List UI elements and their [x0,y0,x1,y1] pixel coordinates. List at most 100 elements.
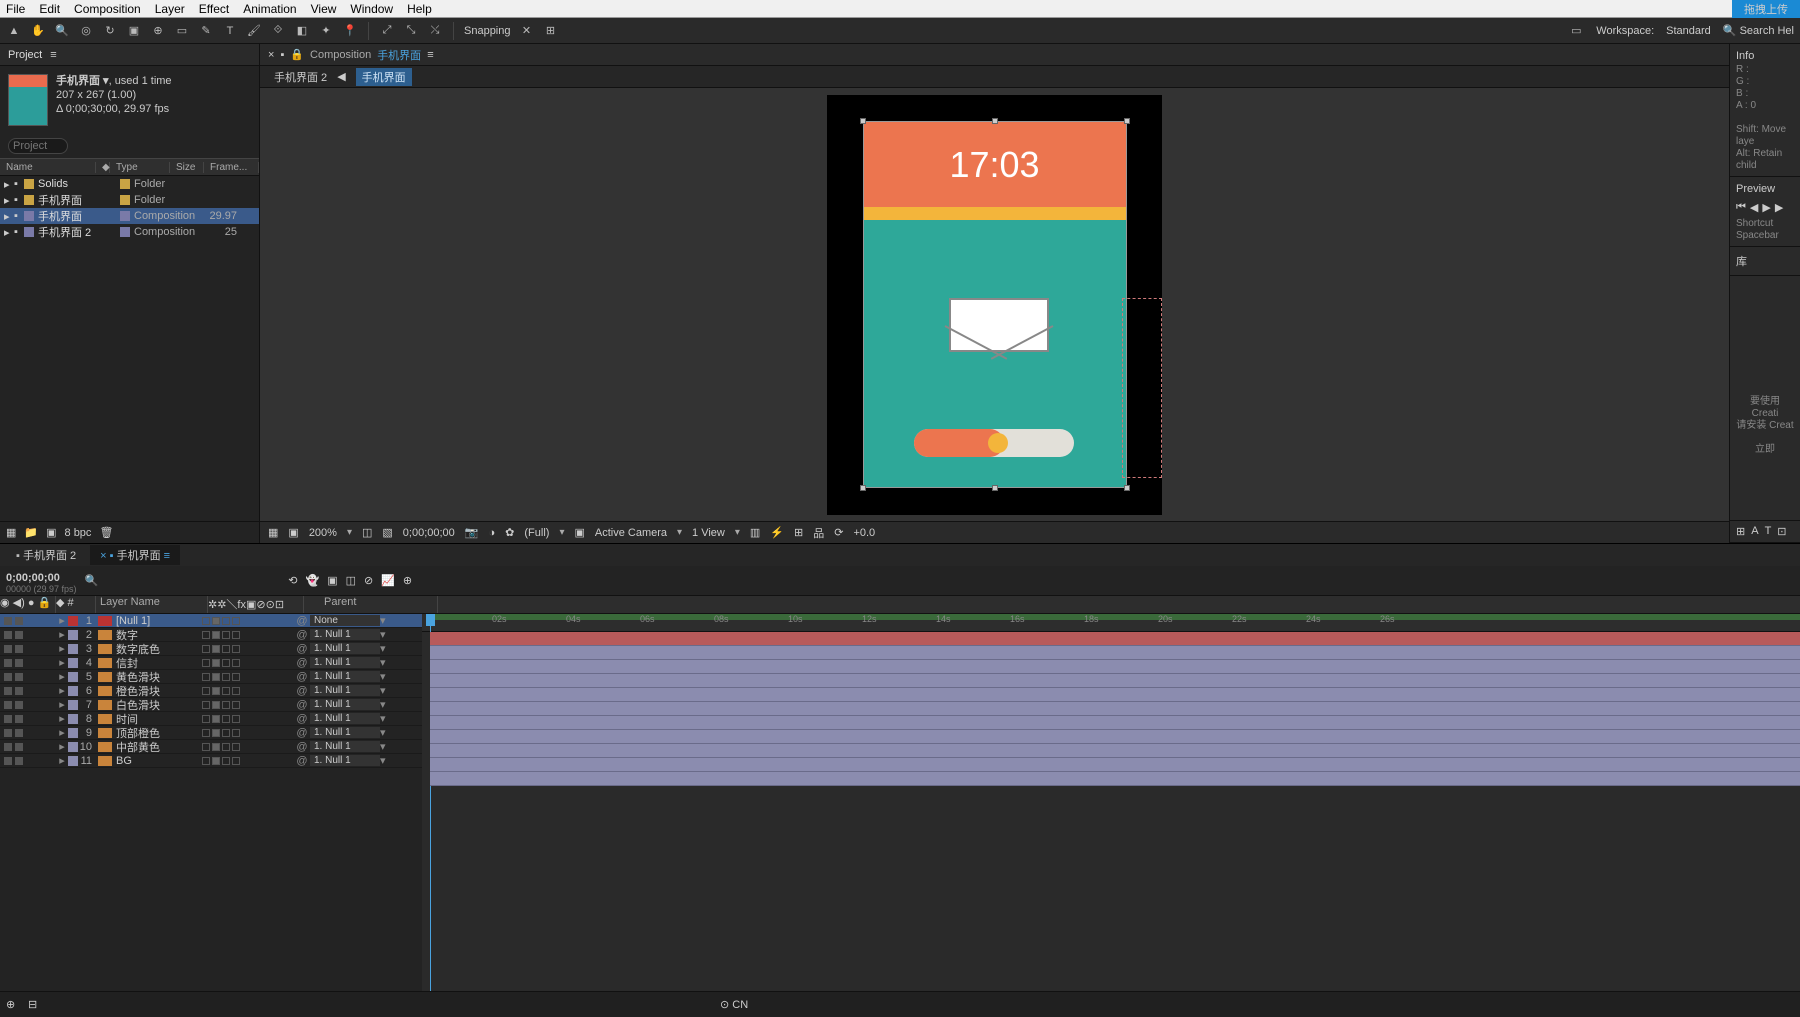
3d-icon[interactable]: ▣ [574,526,584,539]
layer-bar[interactable] [430,646,1800,660]
interpret-icon[interactable]: ▦ [6,526,16,539]
workspace-dropdown[interactable]: Standard [1666,25,1711,37]
menu-window[interactable]: Window [350,2,393,16]
align-panel-icon[interactable]: T [1765,525,1772,538]
parent-header[interactable]: Parent [320,596,438,613]
layer-row[interactable]: ▸4信封@1. Null 1▾ [0,656,422,670]
rotate-tool[interactable]: ↻ [102,23,118,39]
pixel-aspect-icon[interactable]: ▥ [750,526,760,539]
brush-tool[interactable]: 🖌 [246,23,262,39]
col-type[interactable]: Type [110,162,170,173]
layer-row[interactable]: ▸1[Null 1]@None▾ [0,614,422,628]
anchor-tool[interactable]: ⊕ [150,23,166,39]
menu-file[interactable]: File [6,2,25,16]
bpc-button[interactable]: 8 bpc [65,527,92,539]
info-panel-tab[interactable]: Info [1736,48,1794,64]
project-search[interactable] [8,138,68,154]
prev-frame-icon[interactable]: ◀ [1750,201,1758,214]
layer-row[interactable]: ▸11BG@1. Null 1▾ [0,754,422,768]
color-mgmt-icon[interactable]: ✿ [505,526,514,539]
layer-bar[interactable] [430,632,1800,646]
layer-bar[interactable] [430,730,1800,744]
clone-tool[interactable]: ⟐ [270,23,286,39]
snap-opt-icon[interactable]: ✕ [519,23,535,39]
layer-bar[interactable] [430,716,1800,730]
selection-tool[interactable]: ▲ [6,23,22,39]
hand-tool[interactable]: ✋ [30,23,46,39]
layer-bar[interactable] [430,744,1800,758]
close-tab-icon[interactable]: × [268,49,274,61]
alpha-icon[interactable]: ▦ [268,526,278,539]
status-icon-2[interactable]: ⊟ [28,998,37,1011]
layer-row[interactable]: ▸2数字@1. Null 1▾ [0,628,422,642]
first-frame-icon[interactable]: ⏮ [1736,201,1746,214]
timecode-display[interactable]: 0;00;00;00 [403,527,455,539]
pin-tool[interactable]: 📍 [342,23,358,39]
layer-row[interactable]: ▸3数字底色@1. Null 1▾ [0,642,422,656]
motion-blur-icon[interactable]: ⊘ [364,574,373,587]
eraser-tool[interactable]: ◧ [294,23,310,39]
exposure-value[interactable]: +0.0 [853,527,875,539]
roi-icon[interactable]: ◫ [362,526,372,539]
slider-layer[interactable] [914,429,1074,457]
transparency-icon[interactable]: ▧ [382,526,392,539]
pin-tab-icon[interactable]: ▪ [280,49,284,61]
camera-dropdown[interactable]: Active Camera [595,527,667,539]
pen-tool[interactable]: ✎ [198,23,214,39]
layer-bar[interactable] [430,758,1800,772]
layer-row[interactable]: ▸6橙色滑块@1. Null 1▾ [0,684,422,698]
axis-view-icon[interactable]: ⤯ [427,23,443,39]
graph-editor-icon[interactable]: 📈 [381,574,395,587]
menu-view[interactable]: View [311,2,337,16]
layer-row[interactable]: ▸10中部黄色@1. Null 1▾ [0,740,422,754]
play-icon[interactable]: ▶ [1762,201,1770,214]
channel-icon[interactable]: ◑ [489,527,496,539]
panel-menu-icon[interactable]: ≡ [50,49,56,61]
text-tool[interactable]: T [222,23,238,39]
layer-name-header[interactable]: Layer Name [96,596,208,613]
snapshot-icon[interactable]: 📷 [465,526,479,539]
menu-effect[interactable]: Effect [199,2,229,16]
para-panel-icon[interactable]: A [1751,525,1758,538]
canvas[interactable]: 17:03 [827,95,1162,515]
ime-icon[interactable]: ⊙ CN [720,998,748,1011]
flowchart-icon[interactable]: 品 [813,525,824,541]
menu-help[interactable]: Help [407,2,432,16]
col-framerate[interactable]: Frame... [204,162,259,173]
snapping-toggle[interactable]: Snapping [464,25,511,37]
snap-opt2-icon[interactable]: ⊞ [543,23,559,39]
col-size[interactable]: Size [170,162,204,173]
reset-exp-icon[interactable]: ⟳ [834,526,843,539]
new-folder-icon[interactable]: 📁 [24,526,38,539]
views-dropdown[interactable]: 1 View [692,527,725,539]
layer-bar[interactable] [430,674,1800,688]
layer-bar[interactable] [430,688,1800,702]
cloud-upload-badge[interactable]: 拖拽上传 [1732,0,1800,18]
crumb-current[interactable]: 手机界面 [356,68,412,86]
time-search-icon[interactable]: 🔍 [85,574,99,587]
project-item[interactable]: ▸▪SolidsFolder [0,176,259,192]
timeline-tab-2[interactable]: × ▪ 手机界面 ≡ [90,545,180,565]
fast-preview-icon[interactable]: ⚡ [770,526,784,539]
envelope-layer[interactable] [949,298,1049,352]
timeline-icon[interactable]: ⊞ [794,526,803,539]
viewer-comp-name[interactable]: 手机界面 [377,47,421,63]
status-icon[interactable]: ⊕ [6,998,15,1011]
layer-row[interactable]: ▸9顶部橙色@1. Null 1▾ [0,726,422,740]
lock-icon[interactable]: 🔒 [290,48,304,61]
search-help[interactable]: 🔍 Search Hel [1723,24,1794,37]
crumb-parent[interactable]: 手机界面 2 [274,69,327,85]
axis-local-icon[interactable]: ⤢ [379,23,395,39]
camera-tool[interactable]: ▣ [126,23,142,39]
library-panel-tab[interactable]: 库 [1736,251,1794,271]
shy-icon[interactable]: 👻 [305,574,319,587]
menu-composition[interactable]: Composition [74,2,141,16]
roto-tool[interactable]: ✦ [318,23,334,39]
project-tab[interactable]: Project [8,49,42,61]
layer-bar[interactable] [430,702,1800,716]
draft3d-icon[interactable]: ▣ [327,574,337,587]
layer-row[interactable]: ▸8时间@1. Null 1▾ [0,712,422,726]
frame-blend-icon[interactable]: ◫ [346,574,356,587]
layer-row[interactable]: ▸5黄色滑块@1. Null 1▾ [0,670,422,684]
menu-layer[interactable]: Layer [155,2,185,16]
